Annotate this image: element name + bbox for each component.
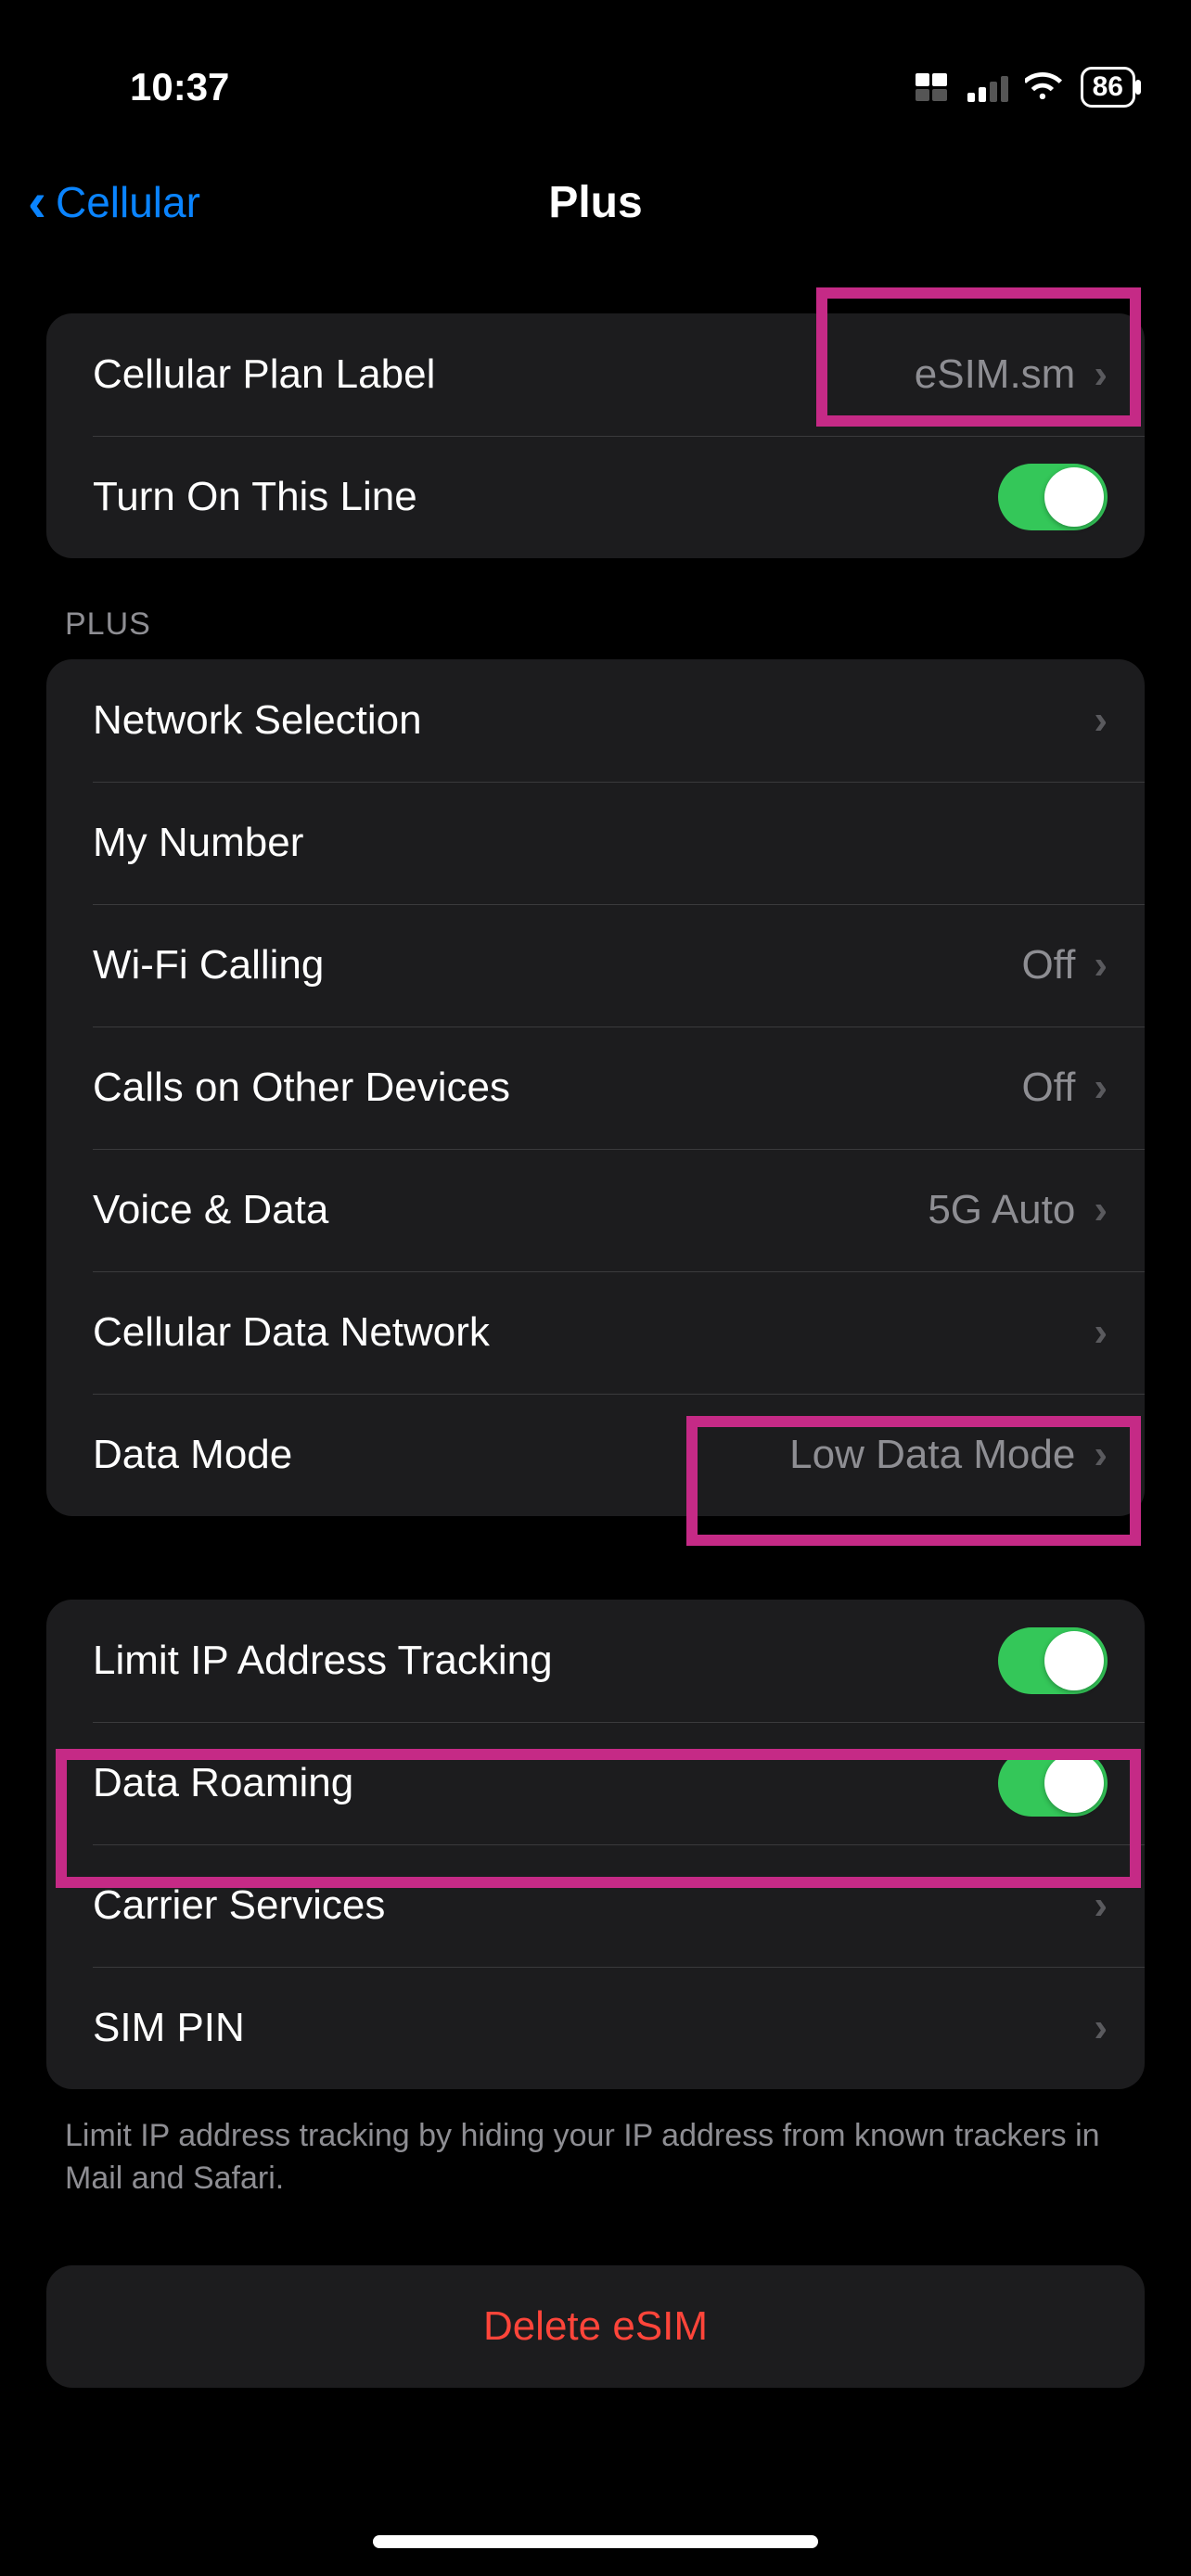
my-number-row[interactable]: My Number	[46, 782, 1145, 904]
row-label: Network Selection	[93, 697, 1094, 744]
row-label: Cellular Data Network	[93, 1309, 1094, 1356]
row-label: Cellular Plan Label	[93, 351, 915, 398]
data-roaming-row: Data Roaming	[46, 1722, 1145, 1844]
chevron-right-icon: ›	[1094, 1065, 1108, 1111]
wifi-icon	[1025, 70, 1064, 105]
row-label: Data Roaming	[93, 1760, 998, 1806]
limit-ip-tracking-toggle[interactable]	[998, 1627, 1108, 1694]
chevron-right-icon: ›	[1094, 942, 1108, 988]
network-selection-row[interactable]: Network Selection ›	[46, 659, 1145, 782]
voice-data-row[interactable]: Voice & Data 5G Auto ›	[46, 1149, 1145, 1271]
turn-on-line-toggle[interactable]	[998, 464, 1108, 530]
page-title: Plus	[548, 177, 642, 228]
battery-level: 86	[1093, 71, 1123, 103]
row-label: Limit IP Address Tracking	[93, 1638, 998, 1684]
row-label: Carrier Services	[93, 1882, 1094, 1929]
cellular-plan-settings-screen: 10:37 86 ‹ Cellular Plus	[0, 0, 1191, 2576]
row-label: Turn On This Line	[93, 474, 998, 520]
limit-ip-footer-note: Limit IP address tracking by hiding your…	[46, 2089, 1145, 2200]
limit-ip-tracking-row: Limit IP Address Tracking	[46, 1600, 1145, 1722]
back-label: Cellular	[56, 177, 200, 227]
chevron-right-icon: ›	[1094, 1309, 1108, 1356]
cellular-data-network-row[interactable]: Cellular Data Network ›	[46, 1271, 1145, 1394]
data-options-group: Limit IP Address Tracking Data Roaming C…	[46, 1600, 1145, 2089]
status-right: 86	[916, 67, 1135, 108]
row-label: Wi-Fi Calling	[93, 942, 1021, 988]
row-value: eSIM.sm	[915, 351, 1076, 398]
status-bar: 10:37 86	[0, 37, 1191, 137]
home-indicator[interactable]	[373, 2535, 818, 2548]
chevron-right-icon: ›	[1094, 1187, 1108, 1233]
row-label: Voice & Data	[93, 1187, 928, 1233]
plus-group: Network Selection › My Number Wi-Fi Call…	[46, 659, 1145, 1516]
row-value: Off	[1021, 942, 1075, 988]
nav-bar: ‹ Cellular Plus	[0, 147, 1191, 258]
wifi-calling-row[interactable]: Wi-Fi Calling Off ›	[46, 904, 1145, 1027]
battery-indicator: 86	[1081, 67, 1135, 108]
row-value: 5G Auto	[928, 1187, 1075, 1233]
data-roaming-toggle[interactable]	[998, 1750, 1108, 1817]
chevron-right-icon: ›	[1094, 697, 1108, 744]
delete-esim-button[interactable]: Delete eSIM	[46, 2265, 1145, 2388]
plan-group: Cellular Plan Label eSIM.sm › Turn On Th…	[46, 313, 1145, 558]
turn-on-line-row: Turn On This Line	[46, 436, 1145, 558]
back-button[interactable]: ‹ Cellular	[28, 177, 200, 227]
chevron-right-icon: ›	[1094, 2005, 1108, 2051]
calls-other-devices-row[interactable]: Calls on Other Devices Off ›	[46, 1027, 1145, 1149]
sim-pin-row[interactable]: SIM PIN ›	[46, 1967, 1145, 2089]
row-label: Calls on Other Devices	[93, 1065, 1021, 1111]
data-mode-row[interactable]: Data Mode Low Data Mode ›	[46, 1394, 1145, 1516]
delete-esim-group: Delete eSIM	[46, 2265, 1145, 2388]
chevron-right-icon: ›	[1094, 1882, 1108, 1929]
chevron-left-icon: ‹	[28, 180, 46, 224]
row-label: Data Mode	[93, 1432, 789, 1478]
status-time: 10:37	[130, 65, 229, 109]
row-value: Low Data Mode	[789, 1432, 1075, 1478]
content: Cellular Plan Label eSIM.sm › Turn On Th…	[0, 258, 1191, 2388]
row-value: Off	[1021, 1065, 1075, 1111]
chevron-right-icon: ›	[1094, 1432, 1108, 1478]
carrier-services-row[interactable]: Carrier Services ›	[46, 1844, 1145, 1967]
chevron-right-icon: ›	[1094, 351, 1108, 398]
row-label: My Number	[93, 820, 1108, 866]
row-label: SIM PIN	[93, 2005, 1094, 2051]
plus-section-header: Plus	[46, 558, 1145, 659]
cellular-plan-label-row[interactable]: Cellular Plan Label eSIM.sm ›	[46, 313, 1145, 436]
cellular-signal-icon	[967, 72, 1008, 102]
delete-esim-label: Delete eSIM	[483, 2303, 708, 2350]
dual-sim-icon	[916, 73, 947, 101]
